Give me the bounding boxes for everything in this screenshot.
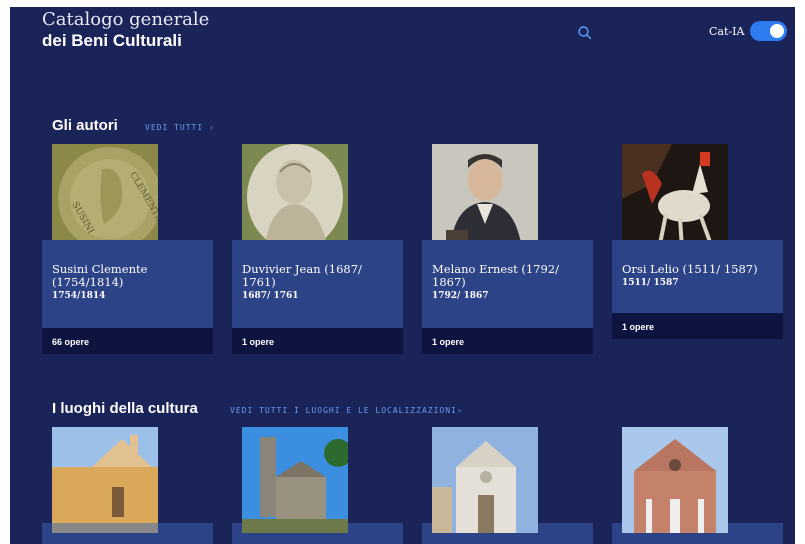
place-card[interactable]: [422, 427, 593, 544]
author-name: Orsi Lelio (1511/ 1587): [622, 262, 758, 276]
place-image: [622, 427, 728, 533]
author-image: [432, 144, 538, 250]
place-card[interactable]: [42, 427, 213, 544]
place-image: [432, 427, 538, 533]
logo-line-1: Catalogo generale: [42, 9, 210, 30]
author-works-count: 1 opere: [432, 337, 465, 347]
search-icon: [578, 26, 592, 40]
author-card-body: [612, 240, 783, 313]
place-card[interactable]: [612, 427, 783, 544]
author-works-count: 1 opere: [622, 322, 655, 332]
authors-see-all-link[interactable]: VEDI TUTTI ›: [145, 123, 215, 132]
author-name: Melano Ernest (1792/ 1867): [432, 262, 560, 289]
cat-ia-label: Cat-IA: [709, 24, 745, 38]
author-card[interactable]: Orsi Lelio (1511/ 1587) 1511/ 1587 1 ope…: [612, 144, 783, 339]
author-image: [622, 144, 728, 250]
place-image: [242, 427, 348, 533]
authors-section-title: Gli autori: [52, 117, 118, 134]
author-card[interactable]: SUSINI CLEMENTE Susini Clemente (1754/18…: [42, 144, 213, 354]
logo-line-2: dei Beni Culturali: [42, 31, 182, 50]
place-card[interactable]: [232, 427, 403, 544]
cat-ia-toggle[interactable]: [750, 21, 788, 41]
author-dates: 1511/ 1587: [622, 278, 679, 288]
author-name: Susini Clemente (1754/1814): [52, 262, 148, 289]
site-logo[interactable]: Catalogo generale dei Beni Culturali: [42, 9, 210, 50]
author-dates: 1754/1814: [52, 291, 106, 301]
author-image: [242, 144, 348, 250]
author-works-count: 1 opere: [242, 337, 275, 347]
author-name: Duvivier Jean (1687/ 1761): [242, 262, 362, 289]
author-dates: 1687/ 1761: [242, 291, 299, 301]
search-button[interactable]: [577, 25, 593, 41]
author-image: SUSINI CLEMENTE: [52, 144, 158, 250]
author-card[interactable]: Melano Ernest (1792/ 1867) 1792/ 1867 1 …: [422, 144, 593, 354]
toggle-knob: [770, 24, 785, 38]
header: Catalogo generale dei Beni Culturali Cat…: [10, 7, 795, 67]
cat-ia-toggle-group: Cat-IA: [709, 21, 788, 41]
author-card[interactable]: Duvivier Jean (1687/ 1761) 1687/ 1761 1 …: [232, 144, 403, 354]
places-see-all-link[interactable]: VEDI TUTTI I LUOGHI E LE LOCALIZZAZIONI›: [230, 406, 463, 415]
app-frame: Catalogo generale dei Beni Culturali Cat…: [10, 7, 795, 544]
places-section-title: I luoghi della cultura: [52, 400, 198, 417]
author-works-count: 66 opere: [52, 337, 90, 347]
author-dates: 1792/ 1867: [432, 291, 489, 301]
place-image: [52, 427, 158, 533]
